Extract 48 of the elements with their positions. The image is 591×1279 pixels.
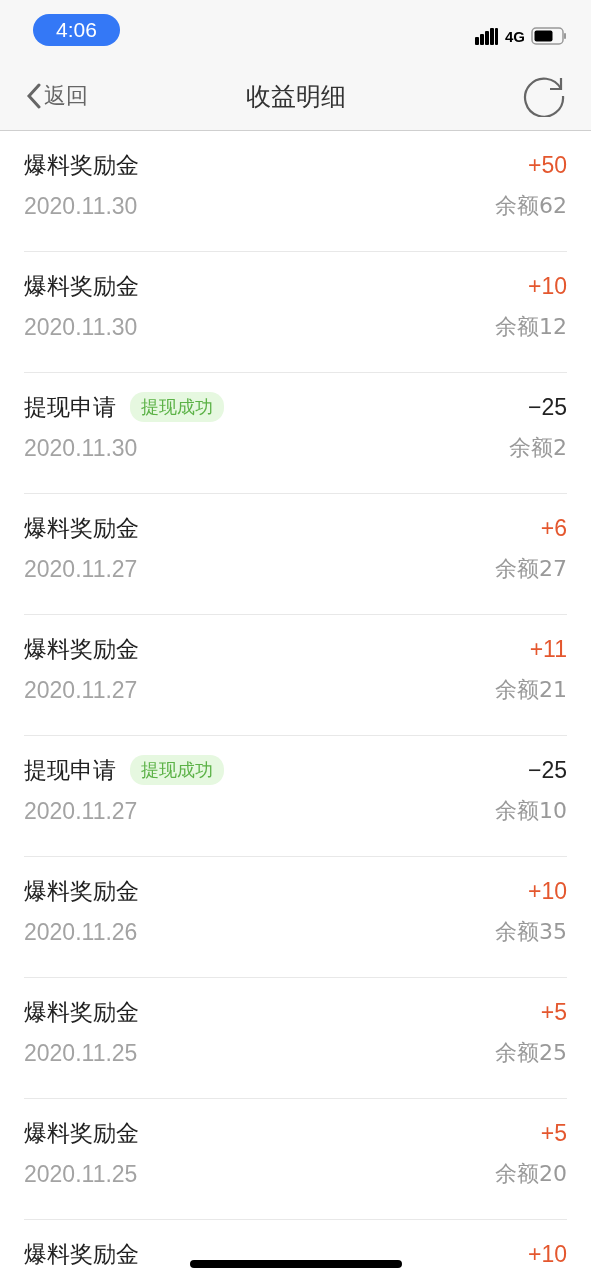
- record-date: 2020.11.25: [24, 1039, 138, 1067]
- balance: 余额35: [495, 918, 567, 946]
- chevron-icon: [26, 83, 42, 109]
- amount: +6: [540, 514, 567, 542]
- amount: +10: [528, 272, 567, 300]
- record-title: 爆料奖励金: [24, 513, 139, 543]
- record-date: 2020.11.27: [24, 797, 138, 825]
- record-title: 提现申请: [24, 392, 116, 422]
- amount: +50: [528, 151, 567, 179]
- record-title: 爆料奖励金: [24, 150, 139, 180]
- signal-icon: [475, 27, 499, 45]
- balance: 余额27: [495, 555, 567, 583]
- record-date: 2020.11.27: [24, 676, 138, 704]
- record-title: 提现申请: [24, 755, 116, 785]
- record-date: 2020.11.30: [24, 434, 138, 462]
- amount: +10: [528, 877, 567, 905]
- record-title: 爆料奖励金: [24, 997, 139, 1027]
- record-date: 2020.11.26: [24, 918, 138, 946]
- amount: +10: [528, 1240, 567, 1268]
- battery-icon: [531, 27, 567, 45]
- balance: 余额10: [495, 797, 567, 825]
- balance: 余额2: [509, 434, 567, 462]
- record-title: 爆料奖励金: [24, 271, 139, 301]
- record-date: 2020.11.30: [24, 313, 138, 341]
- amount: −25: [528, 393, 567, 421]
- balance: 余额21: [495, 676, 567, 704]
- page-title: 收益明细: [245, 81, 346, 111]
- back-button[interactable]: 返回: [26, 81, 88, 111]
- record-title: 爆料奖励金: [24, 1239, 139, 1269]
- amount: +5: [540, 998, 567, 1026]
- record-date: 2020.11.27: [24, 555, 138, 583]
- record-title: 爆料奖励金: [24, 1118, 139, 1148]
- balance: 余额12: [495, 313, 567, 341]
- record-date: 2020.11.30: [24, 192, 138, 220]
- balance: 余额25: [495, 1039, 567, 1067]
- record-date: 2020.11.25: [24, 1160, 138, 1188]
- amount: +11: [529, 635, 567, 663]
- status-time: 4:06: [33, 14, 120, 46]
- amount: −25: [528, 756, 567, 784]
- network-label: 4G: [505, 27, 525, 45]
- balance: 余额20: [495, 1160, 567, 1188]
- refresh-icon[interactable]: [523, 75, 565, 117]
- status-badge: 提现成功: [130, 392, 224, 422]
- amount: +5: [540, 1119, 567, 1147]
- balance: 余额62: [495, 192, 567, 220]
- record-title: 爆料奖励金: [24, 634, 139, 664]
- status-badge: 提现成功: [130, 755, 224, 785]
- record-title: 爆料奖励金: [24, 876, 139, 906]
